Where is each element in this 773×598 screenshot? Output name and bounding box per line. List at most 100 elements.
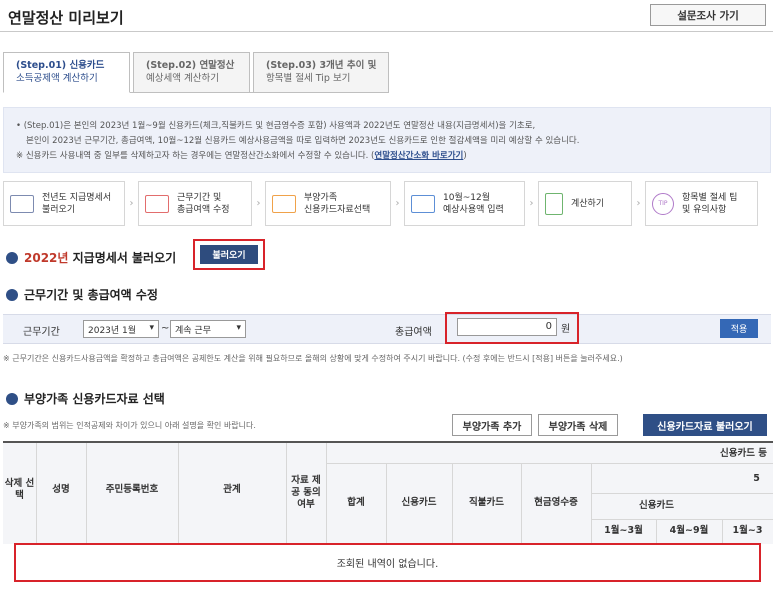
process-steps: 전년도 지급명세서 불러오기 › 근무기간 및 총급여액 수정 › 부양가족 신용카드… [3,181,771,226]
empty-result-row: 조회된 내역이 없습니다. [14,543,761,582]
chevron-right-icon: › [256,198,261,209]
monitor-icon [272,194,296,213]
step-label-line2: 및 유의사항 [682,204,727,215]
step-label-line1: 근무기간 및 [177,192,222,203]
col-jan-mar-2: 1월~3 [732,525,763,536]
info-line-1: • (Step.01)은 본인의 2023년 1월~9월 신용카드(체크,직불카… [16,121,536,131]
section-title-dependents: 부양가족 신용카드자료 선택 [6,390,165,407]
info-line-3-end: ) [463,151,467,161]
step-label-line1: 전년도 지급명세서 [42,192,112,203]
step-label-line1: 항목별 절세 팁 [682,192,738,203]
col-cash: 현금영수증 [534,497,578,508]
bullet-icon [6,392,18,405]
amount-unit: 원 [561,324,571,335]
step-label-line1: 10월~12월 [443,192,491,203]
period-end-value: 계속 근무 [175,326,211,336]
step-card-label: 계산하기 [571,198,605,209]
load-button-highlight: 불러오기 [193,239,265,270]
empty-message: 조회된 내역이 없습니다. [336,559,439,570]
col-jan-mar: 1월~3월 [604,525,643,536]
step-card-6: TIP 항목별 절세 팁및 유의사항 [645,181,758,226]
step-label-line2: 불러오기 [42,204,76,215]
tab-step-sub: 예상세액 계산하기 [146,73,219,84]
page-title: 연말정산 미리보기 [8,9,124,27]
col-apr-sep: 4월~9월 [669,525,709,536]
tab-step-03[interactable]: (Step.03) 3개년 추이 및 항목별 절세 Tip 보기 [253,52,389,93]
section-title-statement: 2022년 지급명세서 불러오기 [6,249,176,266]
period-note: ※ 근무기간은 신용카드사용금액을 확정하고 총급여액은 공제한도 계산을 위해… [3,354,623,363]
tab-step-label: (Step.02) 연말정산 [146,60,235,71]
bullet-icon [6,288,18,301]
step-card-4: 10월~12월 예상사용액 입력 [404,181,525,226]
info-line-3: ※ 신용카드 사용내역 중 일부를 삭제하고자 하는 경우에는 연말정산간소화에… [16,149,758,164]
info-line-2: 본인이 2023년 근무기간, 총급여액, 10월~12월 신용카드 예상사용금… [26,136,580,146]
chevron-right-icon: › [129,198,134,209]
col-debit: 직불카드 [469,497,504,508]
col-group-card: 신용카드 등 [719,447,767,459]
section-title-text: 부양가족 신용카드자료 선택 [24,392,165,406]
grid-line [591,493,773,494]
step-label-line2: 총급여액 수정 [177,204,230,215]
load-statement-button[interactable]: 불러오기 [200,245,258,264]
step-card-label: 전년도 지급명세서 불러오기 [42,192,111,216]
tab-step-02[interactable]: (Step.02) 연말정산 예상세액 계산하기 [133,52,250,93]
col-consent: 자료 제공 동의 여부 [291,475,321,510]
calculator-icon [545,192,563,215]
section-year: 2022년 [24,251,69,265]
tab-step-label: (Step.01) 신용카드 [16,60,105,71]
section-title-text: 근무기간 및 총급여액 수정 [24,288,158,302]
simplified-service-link[interactable]: 연말정산간소화 바로가기 [374,151,463,161]
dependents-note: ※ 부양가족의 범위는 인적공제와 차이가 있으니 아래 설명을 확인 바랍니다… [3,421,256,430]
chevron-right-icon: › [636,198,641,209]
col-credit-sub: 신용카드 [639,500,674,511]
total-salary-input[interactable]: 0 [457,318,557,336]
period-start-value: 2023년 1월 [88,326,137,336]
step-label-line2: 예상사용액 입력 [443,204,504,215]
tab-step-label: (Step.03) 3개년 추이 및 [266,60,377,71]
step-card-label: 근무기간 및 총급여액 수정 [177,192,230,216]
tab-step-sub: 항목별 절세 Tip 보기 [266,73,351,84]
step-card-1: 전년도 지급명세서 불러오기 [3,181,125,226]
step-label-line1: 부양가족 [304,192,338,203]
col-select: 삭제 선택 [4,478,35,501]
delete-dependent-button[interactable]: 부양가족 삭제 [538,414,618,436]
step-card-2: 근무기간 및 총급여액 수정 [138,181,252,226]
col-credit: 신용카드 [401,497,437,508]
period-label: 근무기간 [23,327,60,338]
tab-step-01[interactable]: (Step.01) 신용카드 소득공제액 계산하기 [3,52,130,93]
survey-button[interactable]: 설문조사 가기 [650,4,766,26]
chevron-down-icon: ▾ [236,323,241,333]
card-icon [411,194,435,213]
tip-icon: TIP [652,192,674,215]
calendar-icon [145,194,169,213]
chevron-down-icon: ▾ [149,323,154,333]
grid-line [326,463,773,464]
info-box: • (Step.01)은 본인의 2023년 1월~9월 신용카드(체크,직불카… [3,107,771,173]
step-card-label: 부양가족 신용카드자료선택 [304,192,370,216]
amount-label: 총급여액 [395,327,432,338]
col-five: 5 [753,472,760,484]
col-name: 성명 [52,484,70,495]
step-card-5: 계산하기 [538,181,632,226]
section-title-period: 근무기간 및 총급여액 수정 [6,286,158,303]
period-row: 근무기간 2023년 1월 ▾ ~ 계속 근무 ▾ 총급여액 [3,314,771,344]
step-card-label: 10월~12월 예상사용액 입력 [443,192,504,216]
period-end-select[interactable]: 계속 근무 ▾ [170,320,246,338]
tab-step-sub: 소득공제액 계산하기 [16,73,98,84]
amount-highlight: 0 원 [445,312,579,344]
header-divider [0,31,773,32]
step-tabs: (Step.01) 신용카드 소득공제액 계산하기 (Step.02) 연말정산… [3,52,392,93]
add-dependent-button[interactable]: 부양가족 추가 [452,414,532,436]
load-card-data-button[interactable]: 신용카드자료 불러오기 [643,414,767,436]
bullet-icon [6,251,18,264]
period-start-select[interactable]: 2023년 1월 ▾ [83,320,159,338]
step-card-label: 항목별 절세 팁및 유의사항 [682,192,737,216]
period-tilde: ~ [161,323,170,334]
apply-button[interactable]: 적용 [720,319,758,338]
grid-line [591,519,773,520]
info-line-3-text: ※ 신용카드 사용내역 중 일부를 삭제하고자 하는 경우에는 연말정산간소화에… [16,151,375,161]
step-label-line2: 신용카드자료선택 [304,204,371,215]
col-total: 합계 [347,497,365,508]
col-relation: 관계 [223,484,241,495]
chevron-right-icon: › [529,198,534,209]
